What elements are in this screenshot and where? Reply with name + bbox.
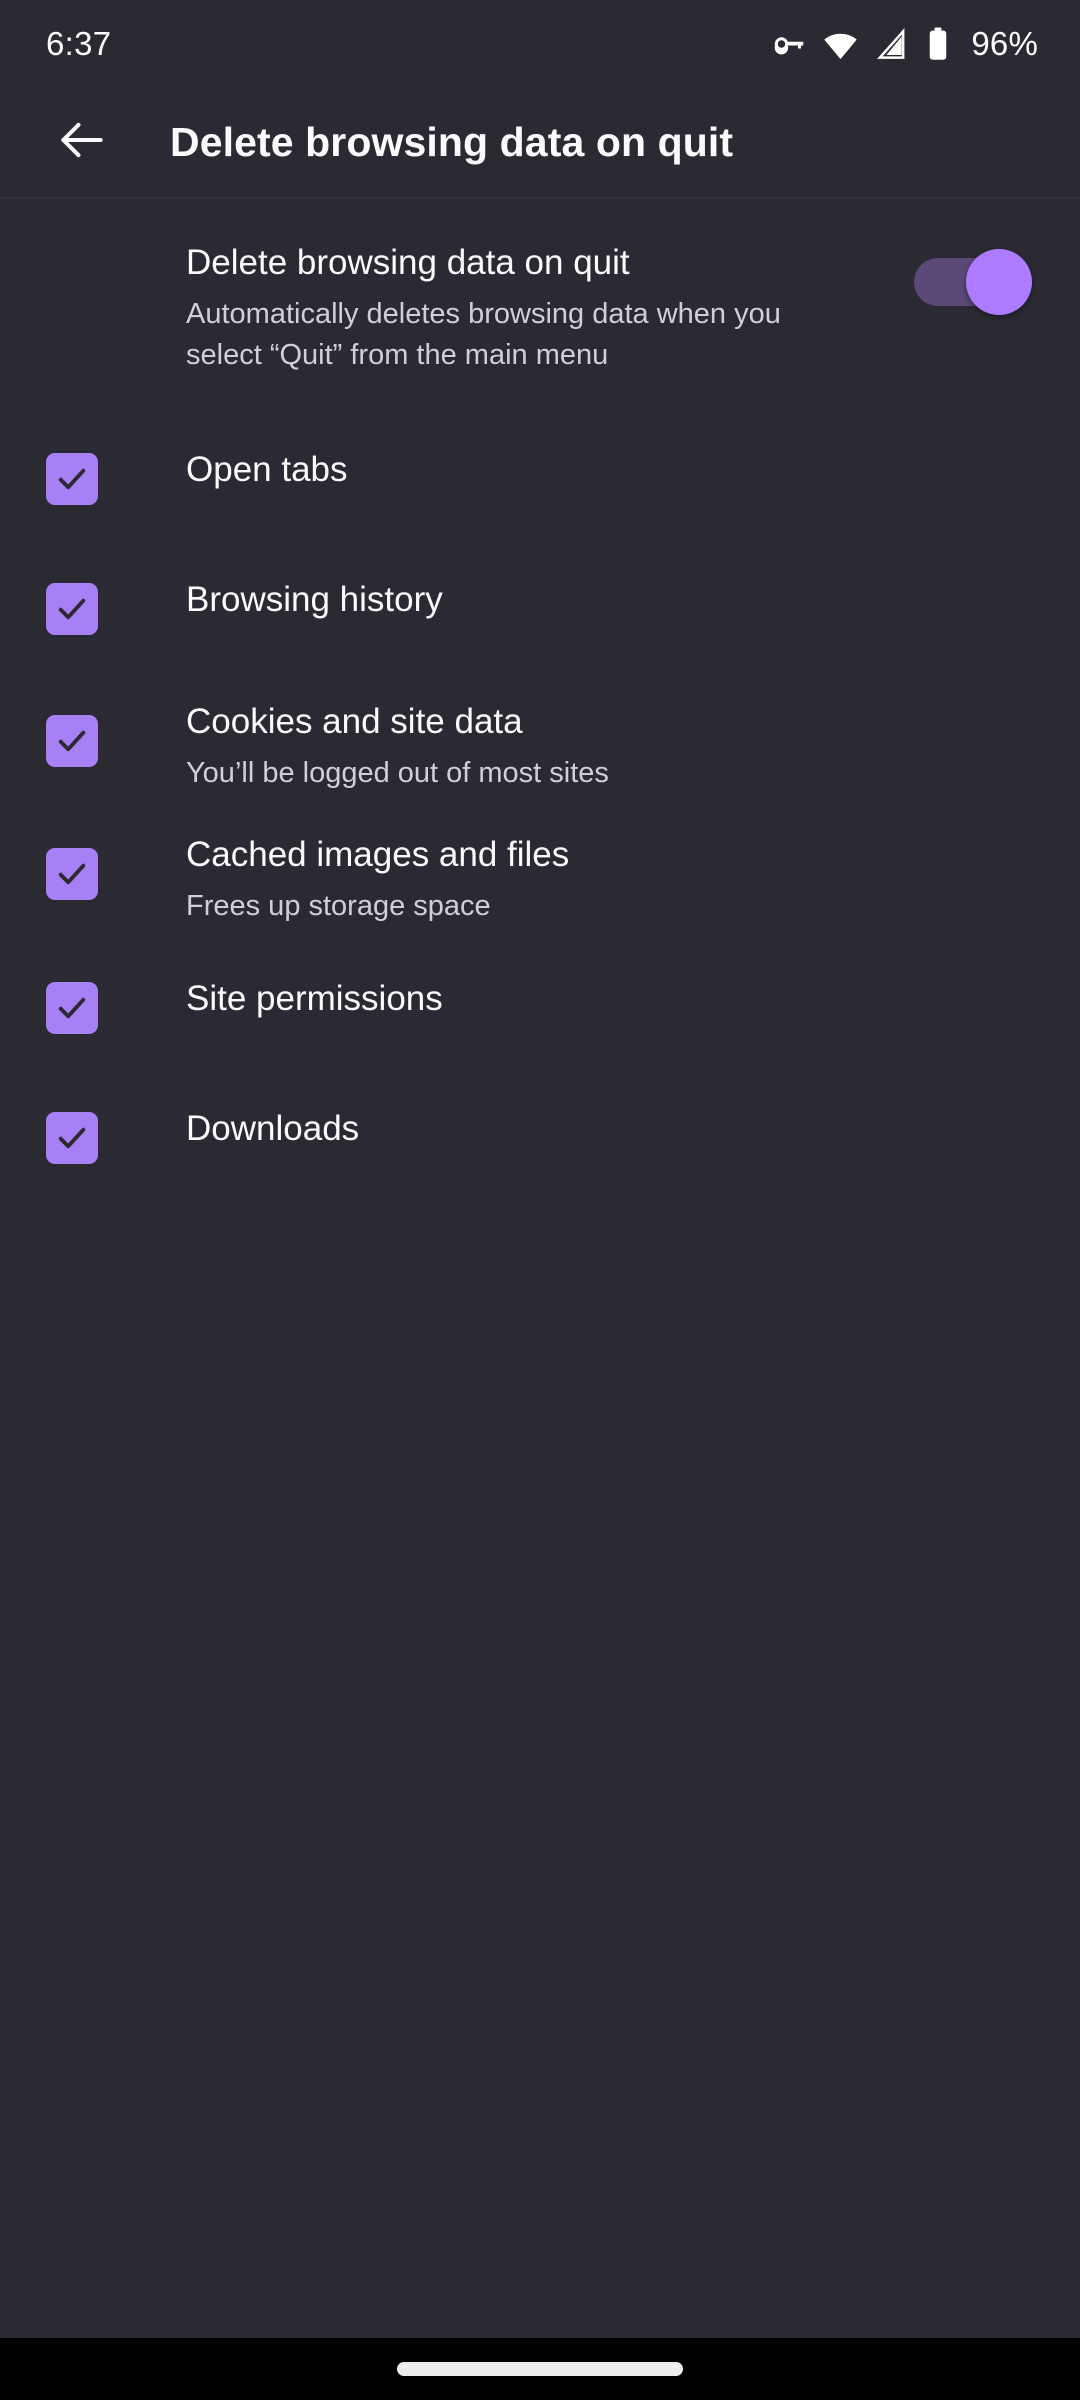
row-title: Browsing history — [186, 579, 443, 619]
row-title: Downloads — [186, 1108, 360, 1148]
app-bar: Delete browsing data on quit — [0, 88, 1080, 198]
checkbox-row-cookies-and-site-data[interactable]: Cookies and site data You’ll be logged o… — [0, 677, 1080, 813]
checkbox-cookies-and-site-data[interactable] — [46, 714, 98, 767]
switch-subtitle: Automatically deletes browsing data when… — [186, 298, 781, 372]
row-text-block: Open tabs — [98, 449, 368, 491]
row-text-block: Cached images and files Frees up storage… — [98, 834, 589, 926]
battery-percent: 96% — [971, 25, 1038, 62]
checkbox-browsing-history[interactable] — [46, 582, 98, 635]
vpn-key-icon — [771, 26, 807, 62]
checkbox-site-permissions[interactable] — [46, 981, 98, 1034]
check-icon — [58, 864, 86, 885]
row-text-block: Downloads — [98, 1108, 379, 1150]
switch-title: Delete browsing data on quit — [186, 243, 630, 282]
settings-list: Delete browsing data on quit Automatical… — [0, 198, 1080, 2400]
toggle-thumb — [966, 249, 1032, 315]
check-icon — [58, 598, 86, 619]
switch-text-block: Delete browsing data on quit Automatical… — [46, 240, 914, 377]
back-button[interactable] — [46, 107, 118, 179]
row-subtitle: You’ll be logged out of most sites — [186, 756, 609, 789]
back-arrow-icon — [54, 112, 110, 173]
row-title: Cached images and files — [186, 835, 570, 875]
row-subtitle: Frees up storage space — [186, 890, 491, 923]
row-title: Open tabs — [186, 449, 348, 489]
checkbox-downloads[interactable] — [46, 1111, 98, 1164]
delete-on-quit-toggle[interactable] — [914, 249, 1032, 315]
delete-on-quit-switch-row[interactable]: Delete browsing data on quit Automatical… — [0, 202, 1080, 407]
cellular-signal-icon — [874, 27, 909, 62]
status-icons: 96% — [771, 25, 1038, 63]
checkbox-row-browsing-history[interactable]: Browsing history — [0, 547, 1080, 677]
system-navigation-bar — [0, 2338, 1080, 2400]
row-title: Cookies and site data — [186, 701, 523, 741]
checkbox-row-site-permissions[interactable]: Site permissions — [0, 946, 1080, 1076]
battery-icon — [924, 26, 952, 62]
checkbox-cached-images-and-files[interactable] — [46, 848, 98, 901]
check-icon — [58, 468, 86, 489]
check-icon — [58, 997, 86, 1019]
gesture-pill[interactable] — [397, 2362, 683, 2376]
page-title: Delete browsing data on quit — [170, 119, 734, 165]
status-bar: 6:37 96% — [0, 0, 1080, 88]
row-title: Site permissions — [186, 978, 443, 1018]
wifi-icon — [822, 26, 859, 63]
checkbox-row-downloads[interactable]: Downloads — [0, 1076, 1080, 1206]
checkbox-open-tabs[interactable] — [46, 452, 98, 505]
row-text-block: Cookies and site data You’ll be logged o… — [98, 701, 629, 793]
row-text-block: Site permissions — [98, 978, 463, 1020]
status-time: 6:37 — [46, 25, 112, 62]
phone-screen: 6:37 96% Delete browsing data on quit De… — [0, 0, 1080, 2400]
check-icon — [58, 1127, 86, 1149]
checkbox-row-open-tabs[interactable]: Open tabs — [0, 407, 1080, 547]
check-icon — [58, 730, 86, 751]
checkbox-row-cached-images-and-files[interactable]: Cached images and files Frees up storage… — [0, 812, 1080, 946]
row-text-block: Browsing history — [98, 579, 463, 621]
